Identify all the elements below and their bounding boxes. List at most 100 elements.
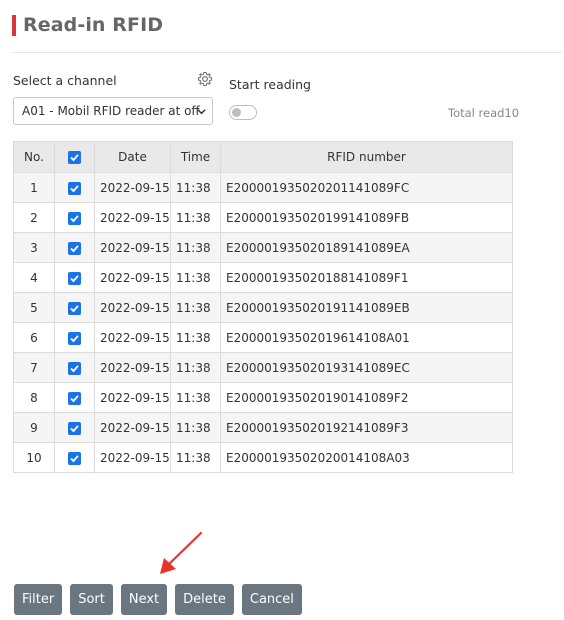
row-checkbox[interactable] xyxy=(68,331,81,345)
title-accent-bar xyxy=(12,14,16,36)
row-rfid-number: E200001935020193141089EC xyxy=(220,352,513,383)
annotation-arrow xyxy=(160,531,203,574)
page-header: Read-in RFID xyxy=(12,14,163,36)
sort-button[interactable]: Sort xyxy=(70,584,113,615)
start-reading-toggle[interactable] xyxy=(229,105,257,120)
channel-label: Select a channel xyxy=(13,73,117,88)
row-number: 1 xyxy=(13,172,55,203)
row-time: 11:38 xyxy=(170,382,221,413)
read-in-rfid-page: Read-in RFID Select a channel A01 - Mobi… xyxy=(0,0,564,620)
table-header-row: No. Date Time RFID number xyxy=(13,141,513,173)
rfid-table-body: 1 2022-09-15 11:38 E200001935020201141089FC… xyxy=(13,172,513,473)
row-rfid-number: E20000193502020014108A03 xyxy=(220,442,513,473)
row-checkbox[interactable] xyxy=(68,391,81,405)
table-row[interactable]: 3 2022-09-15 11:38 E200001935020189141089EA xyxy=(13,232,513,263)
row-checkbox[interactable] xyxy=(68,211,81,225)
table-row[interactable]: 10 2022-09-15 11:38 E20000193502020014108A0… xyxy=(13,442,513,473)
row-checkbox[interactable] xyxy=(68,451,81,465)
header-divider xyxy=(12,52,562,53)
row-number: 9 xyxy=(13,412,55,443)
row-time: 11:38 xyxy=(170,292,221,323)
row-time: 11:38 xyxy=(170,322,221,353)
page-title: Read-in RFID xyxy=(23,14,164,36)
row-date: 2022-09-15 xyxy=(94,292,171,323)
row-date: 2022-09-15 xyxy=(94,232,171,263)
row-rfid-number: E200001935020201141089FC xyxy=(220,172,513,203)
row-checkbox-cell[interactable] xyxy=(54,412,95,443)
row-rfid-number: E200001935020192141089F3 xyxy=(220,412,513,443)
row-checkbox-cell[interactable] xyxy=(54,262,95,293)
table-row[interactable]: 7 2022-09-15 11:38 E200001935020193141089EC xyxy=(13,352,513,383)
cancel-button[interactable]: Cancel xyxy=(241,584,302,615)
row-number: 2 xyxy=(13,202,55,233)
row-checkbox[interactable] xyxy=(68,301,81,315)
row-number: 3 xyxy=(13,232,55,263)
chevron-down-icon xyxy=(197,109,206,115)
row-number: 10 xyxy=(13,442,55,473)
column-header-date: Date xyxy=(94,141,171,173)
channel-select[interactable]: A01 - Mobil RFID reader at off xyxy=(13,97,213,125)
row-time: 11:38 xyxy=(170,442,221,473)
row-number: 4 xyxy=(13,262,55,293)
row-date: 2022-09-15 xyxy=(94,202,171,233)
row-date: 2022-09-15 xyxy=(94,262,171,293)
filter-button[interactable]: Filter xyxy=(14,584,63,615)
table-row[interactable]: 6 2022-09-15 11:38 E20000193502019614108A01 xyxy=(13,322,513,353)
channel-select-value: A01 - Mobil RFID reader at off xyxy=(22,104,200,118)
row-checkbox-cell[interactable] xyxy=(54,322,95,353)
row-time: 11:38 xyxy=(170,202,221,233)
row-checkbox[interactable] xyxy=(68,181,81,195)
column-header-select-all[interactable] xyxy=(54,141,95,173)
row-number: 5 xyxy=(13,292,55,323)
action-buttons: Filter Sort Next Delete Cancel xyxy=(14,584,302,615)
row-date: 2022-09-15 xyxy=(94,382,171,413)
table-row[interactable]: 5 2022-09-15 11:38 E200001935020191141089EB xyxy=(13,292,513,323)
row-checkbox-cell[interactable] xyxy=(54,172,95,203)
table-row[interactable]: 8 2022-09-15 11:38 E200001935020190141089F2 xyxy=(13,382,513,413)
row-rfid-number: E200001935020199141089FB xyxy=(220,202,513,233)
row-time: 11:38 xyxy=(170,262,221,293)
row-checkbox[interactable] xyxy=(68,241,81,255)
row-date: 2022-09-15 xyxy=(94,172,171,203)
row-rfid-number: E20000193502019614108A01 xyxy=(220,322,513,353)
row-time: 11:38 xyxy=(170,352,221,383)
row-checkbox-cell[interactable] xyxy=(54,202,95,233)
total-read-count: Total read10 xyxy=(448,106,520,120)
start-reading-label: Start reading xyxy=(229,77,311,92)
rfid-table: No. Date Time RFID number 1 2022-09-15 11:… xyxy=(13,141,513,473)
row-checkbox-cell[interactable] xyxy=(54,352,95,383)
column-header-rfid: RFID number xyxy=(220,141,513,173)
toggle-knob xyxy=(232,108,241,117)
row-checkbox-cell[interactable] xyxy=(54,382,95,413)
row-rfid-number: E200001935020190141089F2 xyxy=(220,382,513,413)
row-number: 7 xyxy=(13,352,55,383)
delete-button[interactable]: Delete xyxy=(175,584,234,615)
row-rfid-number: E200001935020188141089F1 xyxy=(220,262,513,293)
row-time: 11:38 xyxy=(170,232,221,263)
next-button[interactable]: Next xyxy=(120,584,168,615)
row-checkbox[interactable] xyxy=(68,421,81,435)
row-rfid-number: E200001935020191141089EB xyxy=(220,292,513,323)
row-checkbox[interactable] xyxy=(68,361,81,375)
table-row[interactable]: 2 2022-09-15 11:38 E200001935020199141089FB xyxy=(13,202,513,233)
row-checkbox[interactable] xyxy=(68,271,81,285)
row-date: 2022-09-15 xyxy=(94,442,171,473)
row-time: 11:38 xyxy=(170,172,221,203)
row-checkbox-cell[interactable] xyxy=(54,292,95,323)
table-row[interactable]: 4 2022-09-15 11:38 E200001935020188141089F1 xyxy=(13,262,513,293)
table-row[interactable]: 1 2022-09-15 11:38 E200001935020201141089FC xyxy=(13,172,513,203)
table-row[interactable]: 9 2022-09-15 11:38 E200001935020192141089F3 xyxy=(13,412,513,443)
row-rfid-number: E200001935020189141089EA xyxy=(220,232,513,263)
row-time: 11:38 xyxy=(170,412,221,443)
row-date: 2022-09-15 xyxy=(94,352,171,383)
gear-icon[interactable] xyxy=(197,71,213,87)
select-all-checkbox[interactable] xyxy=(68,151,81,164)
row-number: 8 xyxy=(13,382,55,413)
row-number: 6 xyxy=(13,322,55,353)
column-header-time: Time xyxy=(170,141,221,173)
row-date: 2022-09-15 xyxy=(94,322,171,353)
row-checkbox-cell[interactable] xyxy=(54,232,95,263)
row-date: 2022-09-15 xyxy=(94,412,171,443)
column-header-no: No. xyxy=(13,141,55,173)
row-checkbox-cell[interactable] xyxy=(54,442,95,473)
